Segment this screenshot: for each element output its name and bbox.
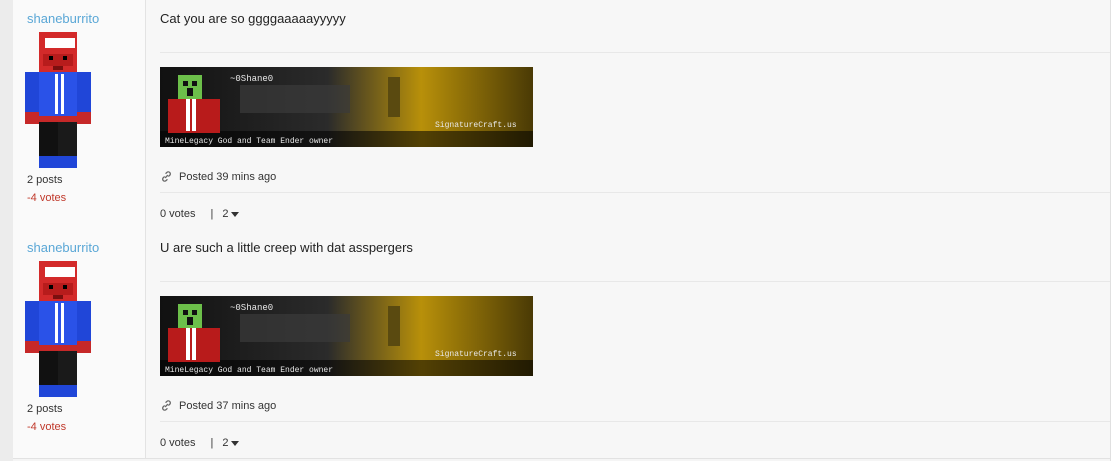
- chevron-down-icon: [231, 212, 240, 217]
- signature-tagline: MineLegacy God and Team Ender owner: [165, 366, 333, 375]
- replies-dropdown[interactable]: 2: [222, 437, 240, 449]
- post-meta: Posted 39 mins ago: [160, 170, 276, 183]
- signature-brand: SignatureCraft.us: [435, 350, 517, 359]
- signature-banner: ~0Shane0 SignatureCraft.us MineLegacy Go…: [160, 296, 533, 376]
- separator: |: [210, 437, 214, 449]
- votes-bar: 0 votes | 2: [160, 437, 240, 449]
- left-gutter: [0, 0, 13, 461]
- post-count: 2 posts: [27, 174, 63, 186]
- divider: [160, 192, 1111, 193]
- reply-count: 2: [222, 208, 229, 220]
- chevron-down-icon: [231, 441, 240, 446]
- signature-name: ~0Shane0: [230, 74, 273, 84]
- link-icon[interactable]: [160, 399, 173, 412]
- avatar[interactable]: [25, 261, 91, 397]
- post-meta: Posted 37 mins ago: [160, 399, 276, 412]
- posted-time[interactable]: Posted 39 mins ago: [179, 171, 276, 183]
- signature-banner: ~0Shane0 SignatureCraft.us MineLegacy Go…: [160, 67, 533, 147]
- author-column: shaneburrito 2 posts -4 votes: [13, 229, 146, 458]
- vote-count-label[interactable]: 0 votes: [160, 208, 195, 220]
- author-column: shaneburrito 2 posts -4 votes: [13, 0, 146, 229]
- signature-brand: SignatureCraft.us: [435, 121, 517, 130]
- votes-bar: 0 votes | 2: [160, 208, 240, 220]
- avatar[interactable]: [25, 32, 91, 168]
- divider: [160, 421, 1111, 422]
- replies-dropdown[interactable]: 2: [222, 208, 240, 220]
- signature-name: ~0Shane0: [230, 303, 273, 313]
- post-message: Cat you are so ggggaaaaayyyyy: [160, 11, 346, 26]
- posted-time[interactable]: Posted 37 mins ago: [179, 400, 276, 412]
- post: shaneburrito 2 posts -4 votes U are such…: [13, 229, 1111, 459]
- divider: [160, 52, 1111, 53]
- link-icon[interactable]: [160, 170, 173, 183]
- post-content: Cat you are so ggggaaaaayyyyy ~0Shane0 S…: [146, 0, 1111, 229]
- signature-tagline: MineLegacy God and Team Ender owner: [165, 137, 333, 146]
- user-votes: -4 votes: [27, 421, 67, 433]
- user-votes: -4 votes: [27, 192, 67, 204]
- username-link[interactable]: shaneburrito: [27, 11, 99, 26]
- separator: |: [210, 208, 214, 220]
- vote-count-label[interactable]: 0 votes: [160, 437, 195, 449]
- post-message: U are such a little creep with dat asspe…: [160, 240, 413, 255]
- username-link[interactable]: shaneburrito: [27, 240, 99, 255]
- post-content: U are such a little creep with dat asspe…: [146, 229, 1111, 458]
- divider: [160, 281, 1111, 282]
- post: shaneburrito 2 posts -4 votes Cat you ar…: [13, 0, 1111, 230]
- post-count: 2 posts: [27, 403, 63, 415]
- reply-count: 2: [222, 437, 229, 449]
- thread: shaneburrito 2 posts -4 votes Cat you ar…: [0, 0, 1111, 461]
